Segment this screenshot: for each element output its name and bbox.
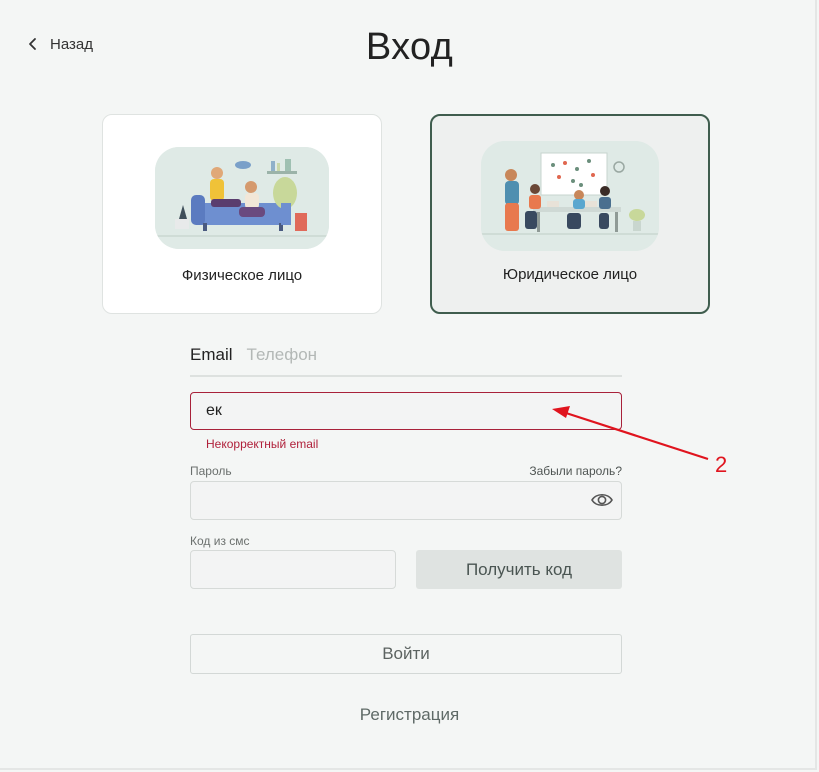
register-link[interactable]: Регистрация [0, 705, 819, 725]
page-title: Вход [365, 26, 454, 68]
email-input[interactable]: ек [190, 392, 622, 430]
account-type-legal-label: Юридическое лицо [502, 266, 638, 283]
annotation-number: 2 [715, 452, 728, 477]
forgot-password-link[interactable]: Забыли пароль? [529, 464, 622, 478]
individual-illustration [155, 147, 329, 249]
show-password-eye-icon[interactable] [591, 491, 613, 509]
sms-code-input[interactable] [190, 550, 396, 589]
account-type-legal-card[interactable]: Юридическое лицо [430, 114, 710, 314]
account-type-individual-card[interactable]: Физическое лицо [102, 114, 382, 314]
email-input-value: ек [206, 402, 222, 419]
login-button[interactable]: Войти [190, 634, 622, 674]
tab-phone[interactable]: Телефон [247, 345, 318, 375]
login-method-tabs: Email Телефон [190, 345, 622, 377]
tab-email[interactable]: Email [190, 345, 233, 375]
password-input[interactable] [190, 481, 622, 520]
password-label: Пароль [190, 464, 232, 478]
legal-entity-illustration [481, 141, 659, 251]
sms-code-label: Код из смс [190, 534, 250, 548]
email-error-message: Некорректный email [206, 437, 319, 451]
account-type-individual-label: Физическое лицо [181, 267, 303, 284]
get-code-button[interactable]: Получить код [416, 550, 622, 589]
